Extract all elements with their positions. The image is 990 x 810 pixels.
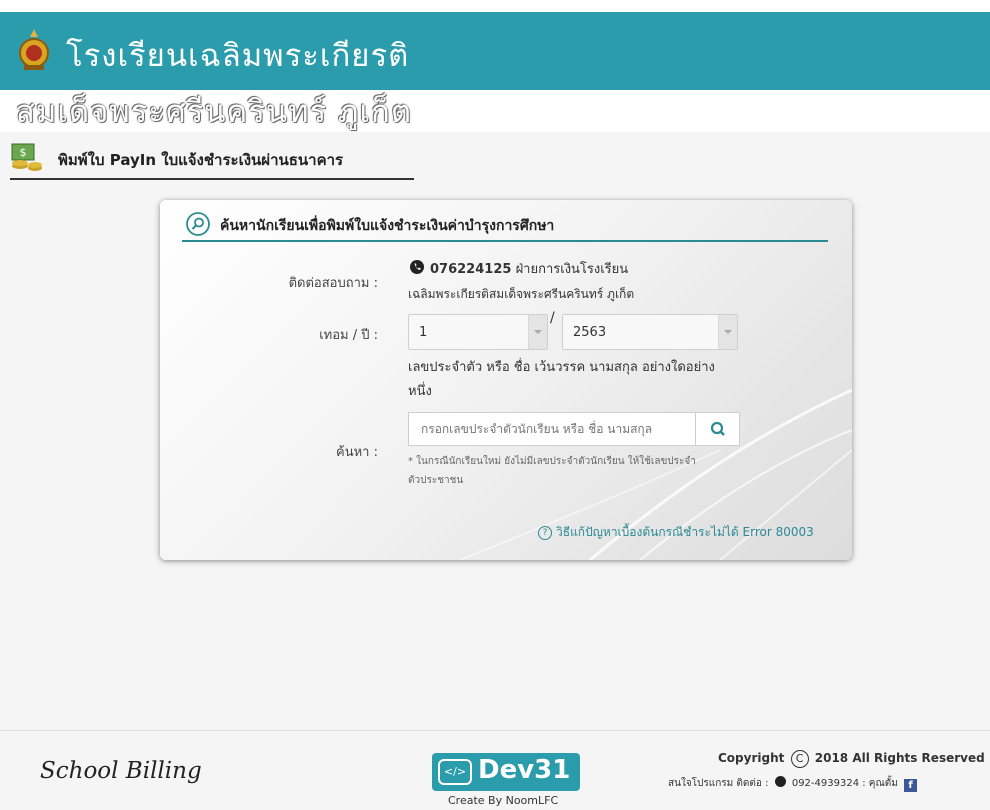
help-link-text: วิธีแก้ปัญหาเบื้องต้นกรณีชำระไม่ได้ Erro…	[556, 525, 814, 539]
svg-text:$: $	[20, 146, 27, 159]
contact-school: เฉลิมพระเกียรติสมเด็จพระศรีนครินทร์ ภูเก…	[408, 287, 635, 301]
chevron-down-icon	[718, 315, 737, 349]
search-hint: เลขประจำตัว หรือ ชื่อ เว้นวรรค นามสกุล อ…	[408, 356, 748, 404]
copyright-prefix: Copyright	[718, 751, 785, 765]
contact-info: 076224125 ฝ่ายการเงินโรงเรียน	[430, 258, 628, 279]
search-button[interactable]	[696, 412, 740, 446]
search-card: ค้นหานักเรียนเพื่อพิมพ์ใบแจ้งชำระเงินค่า…	[160, 200, 852, 560]
system-contact-suffix: : คุณตั้ม	[862, 778, 898, 789]
card-title: ค้นหานักเรียนเพื่อพิมพ์ใบแจ้งชำระเงินค่า…	[220, 218, 555, 234]
school-name-line2: สมเด็จพระศรีนครินทร์ ภูเก็ต	[16, 94, 412, 130]
note-line1: * ในกรณีนักเรียนใหม่ ยังไม่มีเลขประจำตัว…	[408, 456, 696, 467]
system-contact-prefix: สนใจโปรแกรม ติดต่อ :	[668, 778, 769, 789]
help-link[interactable]: ? วิธีแก้ปัญหาเบื้องต้นกรณีชำระไม่ได้ Err…	[538, 523, 814, 542]
system-phone: 092-4939324	[791, 778, 860, 789]
facebook-icon[interactable]: f	[904, 779, 918, 792]
page-title: พิมพ์ใบ PayIn ใบแจ้งชำระเงินผ่านธนาคาร	[58, 151, 344, 169]
money-icon: $	[11, 143, 42, 171]
copyright: Copyright C 2018 All Rights Reserved	[718, 750, 985, 768]
school-name-line1: โรงเรียนเฉลิมพระเกียรติ	[66, 38, 410, 74]
created-by: Create By NoomLFC	[448, 794, 559, 807]
copyright-suffix: 2018 All Rights Reserved	[814, 751, 985, 765]
search-hint-line2: หนึ่ง	[408, 384, 432, 399]
chevron-down-icon	[528, 315, 547, 349]
search-label: ค้นหา :	[336, 445, 378, 460]
note-line2: ตัวประชาชน	[408, 475, 464, 486]
search-icon	[710, 421, 725, 436]
term-value: 1	[419, 325, 428, 340]
footer-divider	[0, 730, 990, 731]
term-label: เทอม / ปี :	[319, 328, 378, 343]
contact-label: ติดต่อสอบถาม :	[288, 276, 378, 291]
system-contact: สนใจโปรแกรม ติดต่อ : 092-4939324 : คุณตั…	[668, 776, 918, 792]
school-logo-icon	[19, 29, 49, 70]
year-value: 2563	[573, 325, 607, 340]
phone-icon	[774, 776, 786, 787]
dev-logo: </> Dev31	[432, 753, 580, 791]
card-header: ค้นหานักเรียนเพื่อพิมพ์ใบแจ้งชำระเงินค่า…	[182, 210, 828, 242]
code-icon: </>	[438, 759, 472, 785]
search-input[interactable]	[408, 412, 696, 446]
contact-dept: ฝ่ายการเงินโรงเรียน	[515, 262, 629, 277]
search-hint-line1: เลขประจำตัว หรือ ชื่อ เว้นวรรค นามสกุล อ…	[408, 360, 715, 375]
term-select[interactable]: 1	[408, 314, 548, 350]
contact-phone: 076224125	[430, 262, 512, 277]
term-year-separator: /	[550, 310, 555, 326]
phone-icon	[410, 260, 424, 274]
copyright-icon: C	[790, 750, 809, 768]
top-strip	[0, 0, 990, 12]
new-student-note: * ในกรณีนักเรียนใหม่ ยังไม่มีเลขประจำตัว…	[408, 452, 753, 490]
footer-brand: School Billing	[40, 758, 202, 784]
year-select[interactable]: 2563	[562, 314, 738, 350]
search-circle-icon	[186, 212, 210, 236]
help-icon: ?	[538, 526, 552, 540]
page-heading: $ พิมพ์ใบ PayIn ใบแจ้งชำระเงินผ่านธนาคาร	[10, 140, 414, 180]
dev-logo-text: Dev31	[478, 755, 571, 785]
